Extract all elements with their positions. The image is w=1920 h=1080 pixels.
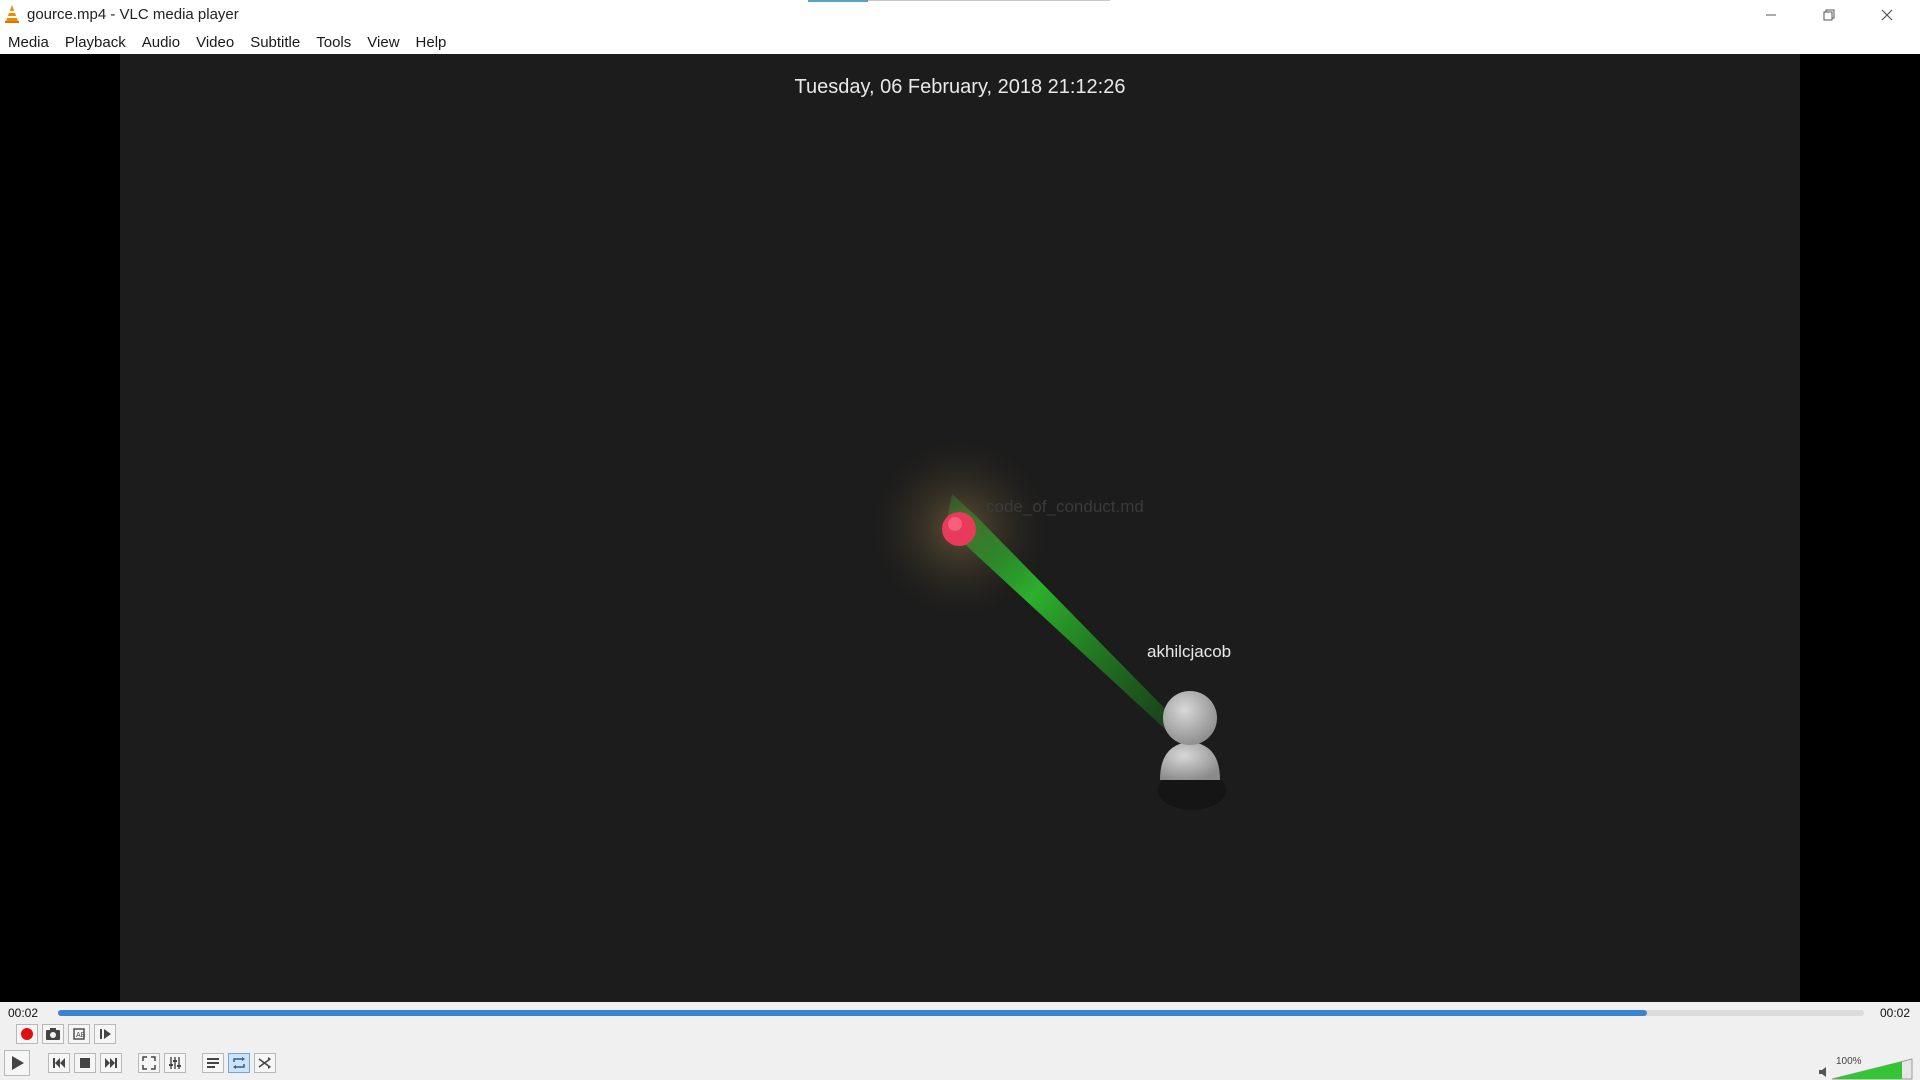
elapsed-time[interactable]: 00:02 bbox=[8, 1006, 38, 1020]
snapshot-button[interactable] bbox=[42, 1024, 64, 1044]
minimize-button[interactable] bbox=[1742, 0, 1800, 30]
next-button[interactable] bbox=[100, 1053, 122, 1073]
close-icon bbox=[1881, 9, 1893, 21]
fullscreen-icon bbox=[142, 1056, 156, 1070]
title-divider-line bbox=[868, 0, 1110, 1]
record-button[interactable] bbox=[16, 1024, 38, 1044]
menu-view[interactable]: View bbox=[359, 34, 407, 51]
seek-bar[interactable] bbox=[58, 1010, 1864, 1016]
video-area[interactable]: Tuesday, 06 February, 2018 21:12:26 code… bbox=[0, 54, 1920, 1002]
title-bar: gource.mp4 - VLC media player bbox=[0, 0, 1920, 30]
previous-button[interactable] bbox=[48, 1053, 70, 1073]
menu-help[interactable]: Help bbox=[408, 34, 455, 51]
shuffle-button[interactable] bbox=[254, 1053, 276, 1073]
vlc-cone-icon bbox=[5, 5, 19, 23]
record-icon bbox=[21, 1028, 33, 1040]
user-label: akhilcjacob bbox=[1147, 642, 1232, 661]
minimize-icon bbox=[1766, 14, 1776, 16]
shuffle-icon bbox=[258, 1057, 271, 1069]
play-icon bbox=[12, 1056, 24, 1070]
speaker-icon[interactable] bbox=[1818, 1066, 1830, 1078]
menu-bar: Media Playback Audio Video Subtitle Tool… bbox=[0, 30, 1920, 54]
menu-audio[interactable]: Audio bbox=[134, 34, 188, 51]
menu-subtitle[interactable]: Subtitle bbox=[242, 34, 308, 51]
file-node-highlight bbox=[948, 517, 962, 531]
playlist-icon bbox=[207, 1058, 219, 1068]
title-accent-line bbox=[808, 0, 868, 2]
loop-ab-button[interactable]: AB bbox=[68, 1024, 90, 1044]
menu-tools[interactable]: Tools bbox=[308, 34, 359, 51]
seek-bar-progress bbox=[58, 1010, 1648, 1016]
restore-button[interactable] bbox=[1800, 0, 1858, 30]
controls-panel: 00:02 00:02 AB 100% bbox=[0, 1002, 1920, 1080]
close-button[interactable] bbox=[1858, 0, 1916, 30]
stop-button[interactable] bbox=[74, 1053, 96, 1073]
frame-step-button[interactable] bbox=[94, 1024, 116, 1044]
loop-ab-icon: AB bbox=[73, 1028, 86, 1040]
window-title: gource.mp4 - VLC media player bbox=[27, 6, 239, 23]
extended-settings-icon bbox=[169, 1057, 181, 1069]
loop-button[interactable] bbox=[228, 1053, 250, 1073]
volume-slider[interactable] bbox=[1830, 1058, 1914, 1080]
extended-settings-button[interactable] bbox=[164, 1053, 186, 1073]
video-frame: Tuesday, 06 February, 2018 21:12:26 code… bbox=[120, 54, 1800, 1002]
svg-text:AB: AB bbox=[76, 1032, 86, 1039]
frame-step-icon bbox=[100, 1029, 111, 1039]
stop-icon bbox=[80, 1058, 90, 1068]
fullscreen-button[interactable] bbox=[138, 1053, 160, 1073]
file-label: code_of_conduct.md bbox=[986, 497, 1144, 516]
user-avatar bbox=[1158, 691, 1226, 810]
restore-icon bbox=[1823, 9, 1835, 21]
snapshot-icon bbox=[46, 1028, 60, 1040]
playlist-button[interactable] bbox=[202, 1053, 224, 1073]
menu-playback[interactable]: Playback bbox=[57, 34, 134, 51]
menu-media[interactable]: Media bbox=[0, 34, 57, 51]
total-time[interactable]: 00:02 bbox=[1880, 1006, 1910, 1020]
play-button[interactable] bbox=[4, 1050, 30, 1076]
next-icon bbox=[105, 1058, 117, 1068]
loop-icon bbox=[233, 1057, 245, 1069]
previous-icon bbox=[53, 1058, 65, 1068]
gource-visualization bbox=[865, 433, 1226, 810]
date-overlay: Tuesday, 06 February, 2018 21:12:26 bbox=[794, 76, 1126, 98]
volume-level-fill bbox=[1832, 1061, 1902, 1079]
menu-video[interactable]: Video bbox=[188, 34, 242, 51]
